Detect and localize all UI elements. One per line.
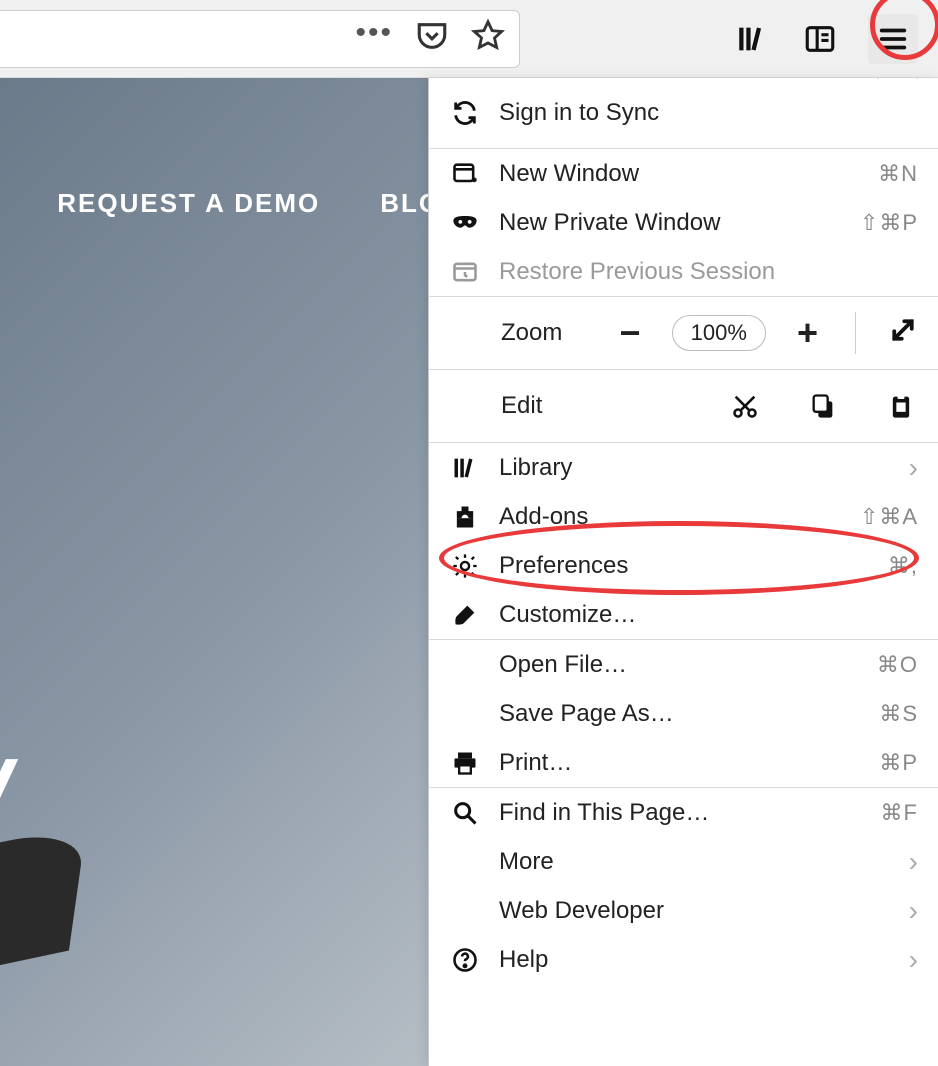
search-icon xyxy=(449,799,481,827)
menu-item-customize[interactable]: Customize… xyxy=(429,590,938,639)
zoom-in-button[interactable]: + xyxy=(792,312,823,354)
menu-label: Sign in to Sync xyxy=(499,99,918,127)
sync-icon xyxy=(449,99,481,127)
zoom-out-button[interactable]: − xyxy=(614,312,645,354)
separator xyxy=(855,312,856,354)
paintbrush-icon xyxy=(449,601,481,629)
library-icon xyxy=(449,454,481,482)
bookmark-star-icon[interactable] xyxy=(471,19,505,58)
menu-shortcut: ⇧⌘P xyxy=(860,210,918,236)
zoom-label: Zoom xyxy=(501,319,562,347)
menu-item-print[interactable]: Print… ⌘P xyxy=(429,738,938,787)
menu-item-preferences[interactable]: Preferences ⌘, xyxy=(429,541,938,590)
airplane-wing xyxy=(0,824,87,992)
menu-shortcut: ⌘S xyxy=(879,701,918,727)
edit-label: Edit xyxy=(501,392,684,420)
menu-edit-row: Edit xyxy=(429,370,938,442)
menu-shortcut: ⇧⌘A xyxy=(860,504,918,530)
restore-icon xyxy=(449,258,481,286)
chevron-right-icon: › xyxy=(909,846,918,878)
menu-item-restore-session: Restore Previous Session xyxy=(429,247,938,296)
menu-item-open-file[interactable]: Open File… ⌘O xyxy=(429,640,938,689)
menu-label: Web Developer xyxy=(499,897,891,925)
menu-label: More xyxy=(499,848,891,876)
menu-item-help[interactable]: Help › xyxy=(429,935,938,984)
menu-label: Restore Previous Session xyxy=(499,258,918,286)
library-icon[interactable] xyxy=(732,19,772,59)
copy-icon[interactable] xyxy=(806,392,840,420)
menu-item-sync[interactable]: Sign in to Sync xyxy=(429,78,938,148)
menu-shortcut: ⌘, xyxy=(888,553,918,579)
menu-zoom-row: Zoom − 100% + xyxy=(429,297,938,369)
paste-icon[interactable] xyxy=(884,392,918,420)
page-nav: LS REQUEST A DEMO BLOG xyxy=(0,188,463,219)
menu-label: Save Page As… xyxy=(499,700,861,728)
menu-label: Print… xyxy=(499,749,861,777)
menu-item-new-private-window[interactable]: New Private Window ⇧⌘P xyxy=(429,198,938,247)
menu-shortcut: ⌘P xyxy=(879,750,918,776)
menu-item-save-page[interactable]: Save Page As… ⌘S xyxy=(429,689,938,738)
fullscreen-icon[interactable] xyxy=(888,315,918,352)
menu-label: Add-ons xyxy=(499,503,842,531)
menu-item-find[interactable]: Find in This Page… ⌘F xyxy=(429,788,938,837)
menu-label: Help xyxy=(499,946,891,974)
browser-toolbar: ••• xyxy=(0,0,938,78)
menu-label: New Window xyxy=(499,160,860,188)
url-bar[interactable]: ••• xyxy=(0,10,520,68)
pocket-icon[interactable] xyxy=(415,19,449,58)
chevron-right-icon: › xyxy=(909,895,918,927)
menu-label: Library xyxy=(499,454,891,482)
menu-label: Open File… xyxy=(499,651,859,679)
menu-item-new-window[interactable]: New Window ⌘N xyxy=(429,149,938,198)
chevron-right-icon: › xyxy=(909,452,918,484)
hamburger-menu-button[interactable] xyxy=(868,14,918,64)
menu-item-addons[interactable]: Add-ons ⇧⌘A xyxy=(429,492,938,541)
menu-item-web-developer[interactable]: Web Developer › xyxy=(429,886,938,935)
help-icon xyxy=(449,946,481,974)
gear-icon xyxy=(449,552,481,580)
menu-shortcut: ⌘N xyxy=(878,161,918,187)
menu-label: Find in This Page… xyxy=(499,799,863,827)
new-window-icon xyxy=(449,160,481,188)
sidebar-icon[interactable] xyxy=(800,19,840,59)
print-icon xyxy=(449,749,481,777)
menu-shortcut: ⌘O xyxy=(877,652,918,678)
toolbar-right-icons xyxy=(732,0,918,78)
nav-item-request-demo[interactable]: REQUEST A DEMO xyxy=(57,188,320,219)
cut-icon[interactable] xyxy=(728,392,762,420)
menu-item-library[interactable]: Library › xyxy=(429,443,938,492)
zoom-percent[interactable]: 100% xyxy=(672,315,766,351)
addons-icon xyxy=(449,503,481,531)
menu-label: New Private Window xyxy=(499,209,842,237)
mask-icon xyxy=(449,209,481,237)
menu-item-more[interactable]: More › xyxy=(429,837,938,886)
menu-label: Preferences xyxy=(499,552,870,580)
main-menu-panel: Sign in to Sync New Window ⌘N New Privat… xyxy=(428,78,938,1066)
menu-shortcut: ⌘F xyxy=(881,800,918,826)
menu-label: Customize… xyxy=(499,601,918,629)
chevron-right-icon: › xyxy=(909,944,918,976)
